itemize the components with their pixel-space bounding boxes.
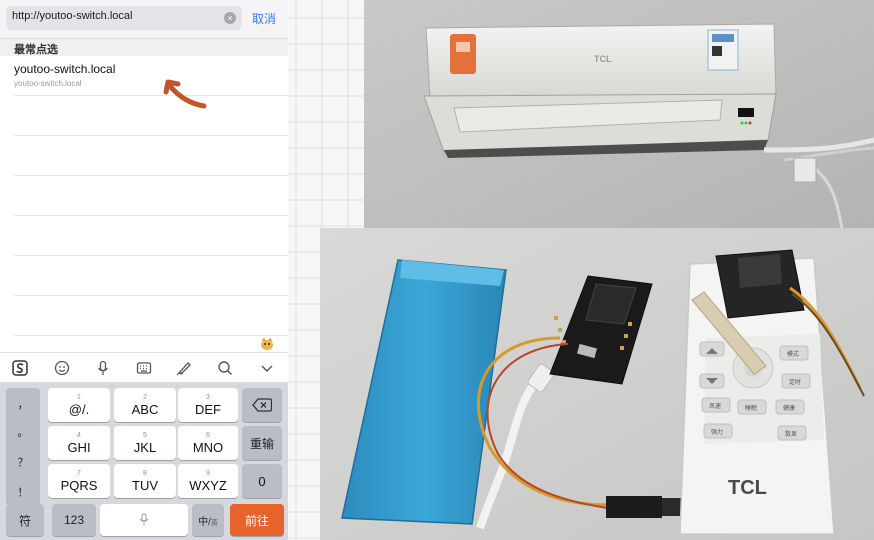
air-conditioner-photo: TCL	[364, 0, 874, 228]
backspace-icon	[252, 398, 272, 412]
remote-button-label: 睡眠	[745, 404, 757, 412]
number-mode-label: 123	[63, 513, 85, 527]
list-item	[14, 216, 288, 256]
search-icon[interactable]	[215, 359, 235, 377]
key-number: 2	[143, 394, 147, 401]
list-item	[14, 96, 288, 136]
language-label: 中/	[198, 516, 211, 528]
go-button[interactable]: 前往	[230, 504, 284, 536]
collapse-chevron-icon[interactable]	[257, 359, 277, 377]
key-label: PQRS	[60, 478, 98, 493]
remote-button-label: 模式	[787, 350, 799, 358]
annotation-arrow-icon	[163, 79, 207, 109]
reenter-button[interactable]: 重输	[242, 426, 282, 460]
keyboard-icon[interactable]	[134, 359, 154, 377]
list-item	[14, 296, 288, 336]
key-number: 6	[206, 432, 210, 439]
key-label: DEF	[195, 402, 221, 417]
key-label: MNO	[192, 440, 224, 455]
url-text: http://youtoo-switch.local	[12, 10, 133, 22]
key-number: 7	[77, 470, 81, 477]
key-label: WXYZ	[189, 478, 227, 493]
symbol-key[interactable]: 。	[6, 424, 40, 440]
reenter-label: 重输	[249, 436, 274, 451]
remote-button-label: 强力	[711, 428, 723, 436]
number-mode-button[interactable]: 123	[52, 504, 96, 536]
key-label: GHI	[67, 440, 91, 455]
space-button[interactable]	[100, 504, 188, 536]
key-number: 9	[206, 470, 210, 477]
graph-paper-background	[288, 228, 320, 540]
mascot-icon	[261, 337, 273, 350]
go-label: 前往	[244, 513, 269, 528]
key-number: 5	[143, 432, 147, 439]
symbol-button[interactable]: 符	[6, 504, 44, 536]
ac-brand-logo: TCL	[594, 54, 612, 64]
key-number: 3	[206, 394, 210, 401]
sogou-logo-icon[interactable]	[10, 359, 30, 377]
key-label: @/.	[68, 402, 90, 417]
suggestion-subtitle: youtoo-switch.local	[14, 79, 82, 88]
remote-brand-logo: TCL	[728, 477, 767, 499]
key-8[interactable]: 8 TUV	[114, 464, 176, 498]
microphone-icon	[139, 513, 149, 526]
language-switch-button[interactable]: 中/ 英	[192, 504, 224, 536]
key-9[interactable]: 9 WXYZ	[178, 464, 238, 498]
energy-label-sticker	[450, 34, 476, 74]
microphone-icon[interactable]	[93, 359, 113, 377]
phone-screen: http://youtoo-switch.local × 取消 最常点选 you…	[0, 0, 288, 540]
key-label: ABC	[131, 402, 159, 417]
url-input[interactable]: http://youtoo-switch.local ×	[6, 6, 242, 30]
zero-key[interactable]: 0	[242, 464, 282, 498]
url-bar: http://youtoo-switch.local × 取消	[0, 0, 288, 38]
key-number: 8	[143, 470, 147, 477]
list-item	[14, 136, 288, 176]
key-label: TUV	[132, 478, 158, 493]
key-4[interactable]: 4 GHI	[48, 426, 110, 460]
suggestion-list: youtoo-switch.local youtoo-switch.local	[0, 56, 288, 336]
symbol-key[interactable]: ，	[6, 396, 40, 412]
key-label: JKL	[133, 440, 157, 455]
suggestion-title: youtoo-switch.local	[14, 62, 116, 76]
cancel-button[interactable]: 取消	[252, 10, 276, 27]
key-number: 1	[77, 394, 81, 401]
remote-button-label: 风速	[709, 403, 721, 410]
key-1[interactable]: 1 @/.	[48, 388, 110, 422]
section-header: 最常点选	[0, 38, 288, 56]
keyboard-toolbar	[0, 352, 288, 382]
key-label: 0	[258, 473, 266, 489]
key-6[interactable]: 6 MNO	[178, 426, 238, 460]
remote-button-label: 健康	[783, 404, 795, 412]
key-3[interactable]: 3 DEF	[178, 388, 238, 422]
keyboard: ， 。 ？ ！ 1 @/. 2 ABC 3 DEF 4 GHI 5 JKL 6 …	[0, 382, 288, 540]
key-7[interactable]: 7 PQRS	[48, 464, 110, 498]
remote-button-label: 数显	[785, 430, 797, 438]
symbol-key[interactable]: ？	[6, 454, 40, 470]
symbol-label: 符	[18, 513, 31, 528]
clear-icon[interactable]: ×	[224, 12, 236, 24]
key-number: 4	[77, 432, 81, 439]
hardware-setup-photo: 模式 定时 风速 睡眠 健康 强力 数显 TCL	[320, 228, 874, 540]
list-item	[14, 256, 288, 296]
key-2[interactable]: 2 ABC	[114, 388, 176, 422]
key-5[interactable]: 5 JKL	[114, 426, 176, 460]
symbol-key[interactable]: ！	[6, 484, 40, 500]
language-sub-label: 英	[210, 520, 218, 527]
symbol-column[interactable]: ， 。 ？ ！	[6, 388, 40, 504]
section-title: 最常点选	[14, 44, 58, 56]
backspace-button[interactable]	[242, 388, 282, 422]
suggestion-item[interactable]: youtoo-switch.local youtoo-switch.local	[14, 56, 288, 96]
graph-paper-background	[288, 0, 364, 228]
handwriting-icon[interactable]	[174, 359, 194, 377]
list-item	[14, 176, 288, 216]
remote-button-label: 定时	[789, 378, 801, 386]
emoji-icon[interactable]	[52, 359, 72, 377]
